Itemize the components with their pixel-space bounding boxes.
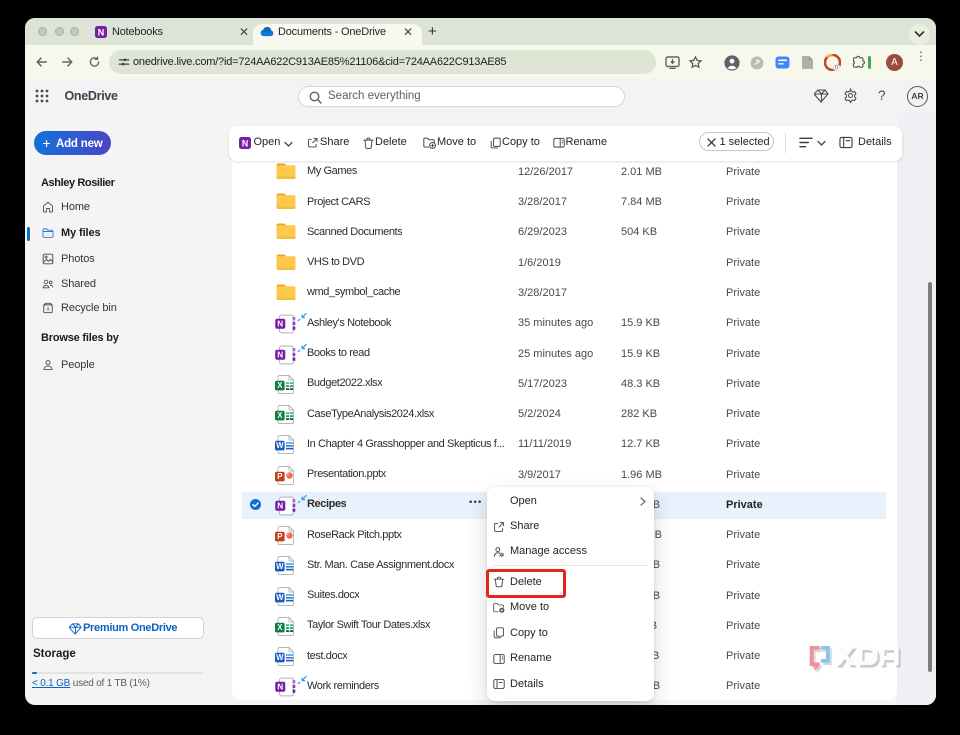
svg-text:X: X bbox=[277, 623, 283, 632]
svg-text:W: W bbox=[276, 593, 284, 602]
svg-text:W: W bbox=[276, 441, 284, 450]
svg-text:W: W bbox=[276, 562, 284, 571]
svg-text:P: P bbox=[277, 532, 282, 541]
svg-text:P: P bbox=[277, 472, 282, 481]
svg-text:N: N bbox=[277, 350, 283, 359]
svg-text:N: N bbox=[277, 683, 283, 692]
svg-text:W: W bbox=[276, 653, 284, 662]
svg-text:X: X bbox=[277, 411, 283, 420]
svg-text:N: N bbox=[98, 27, 105, 37]
svg-text:N: N bbox=[242, 138, 248, 148]
svg-text:X: X bbox=[277, 381, 283, 390]
svg-text:N: N bbox=[277, 501, 283, 510]
svg-text:a: a bbox=[46, 307, 49, 313]
svg-text:N: N bbox=[277, 320, 283, 329]
